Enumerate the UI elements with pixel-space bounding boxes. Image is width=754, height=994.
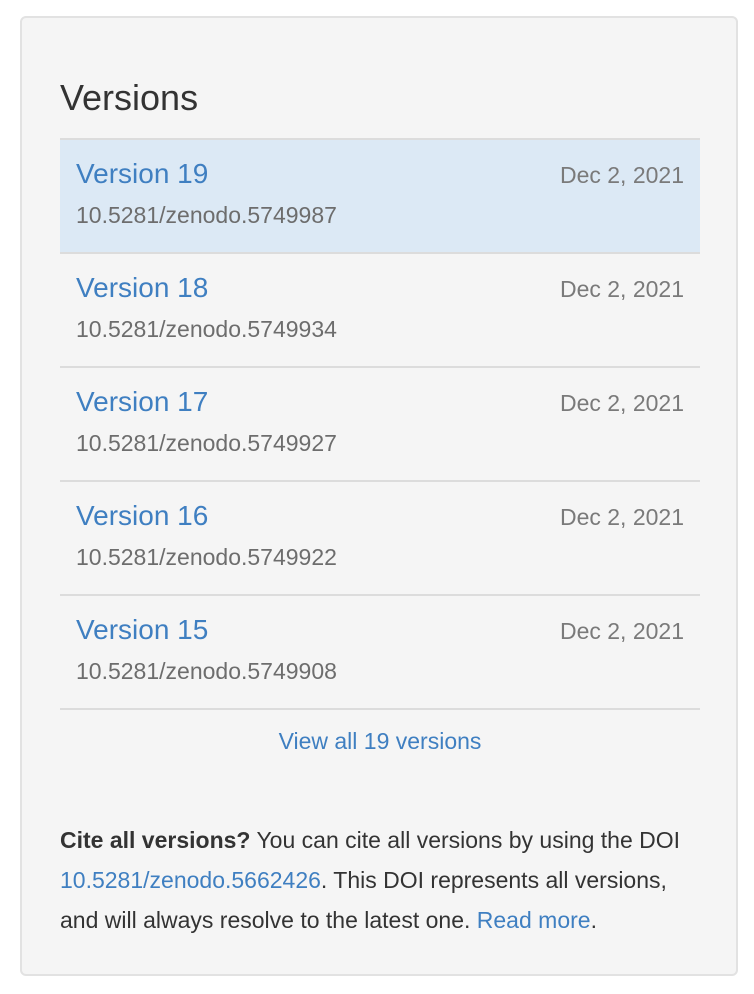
- cite-end: .: [590, 907, 597, 933]
- version-doi: 10.5281/zenodo.5749908: [76, 658, 337, 684]
- version-row[interactable]: Version 19 Dec 2, 2021 10.5281/zenodo.57…: [60, 140, 700, 254]
- read-more-link[interactable]: Read more: [477, 907, 591, 933]
- version-date: Dec 2, 2021: [559, 618, 684, 644]
- version-row[interactable]: Version 18 Dec 2, 2021 10.5281/zenodo.57…: [60, 254, 700, 368]
- view-all-versions-link[interactable]: View all 19 versions: [279, 728, 482, 754]
- view-all-container: View all 19 versions: [60, 726, 700, 756]
- version-date: Dec 2, 2021: [559, 276, 684, 302]
- version-doi: 10.5281/zenodo.5749927: [76, 430, 337, 456]
- version-doi: 10.5281/zenodo.5749987: [76, 202, 337, 228]
- version-date: Dec 2, 2021: [559, 390, 684, 416]
- version-date: Dec 2, 2021: [559, 504, 684, 530]
- version-row[interactable]: Version 16 Dec 2, 2021 10.5281/zenodo.57…: [60, 482, 700, 596]
- cite-heading: Cite all versions?: [60, 827, 251, 853]
- concept-doi-link[interactable]: 10.5281/zenodo.5662426: [60, 867, 321, 893]
- version-row[interactable]: Version 17 Dec 2, 2021 10.5281/zenodo.57…: [60, 368, 700, 482]
- version-link[interactable]: Version 16: [76, 498, 208, 534]
- version-link[interactable]: Version 19: [76, 156, 208, 192]
- versions-panel: Versions Version 19 Dec 2, 2021 10.5281/…: [20, 16, 738, 976]
- version-link[interactable]: Version 15: [76, 612, 208, 648]
- cite-text-1: You can cite all versions by using the D…: [250, 827, 681, 853]
- version-doi: 10.5281/zenodo.5749934: [76, 316, 337, 342]
- version-doi: 10.5281/zenodo.5749922: [76, 544, 337, 570]
- versions-list: Version 19 Dec 2, 2021 10.5281/zenodo.57…: [60, 138, 700, 710]
- cite-all-versions-text: Cite all versions? You can cite all vers…: [60, 820, 700, 940]
- panel-title: Versions: [60, 77, 199, 118]
- version-row[interactable]: Version 15 Dec 2, 2021 10.5281/zenodo.57…: [60, 596, 700, 710]
- version-date: Dec 2, 2021: [559, 162, 684, 188]
- version-link[interactable]: Version 17: [76, 384, 208, 420]
- version-link[interactable]: Version 18: [76, 270, 208, 306]
